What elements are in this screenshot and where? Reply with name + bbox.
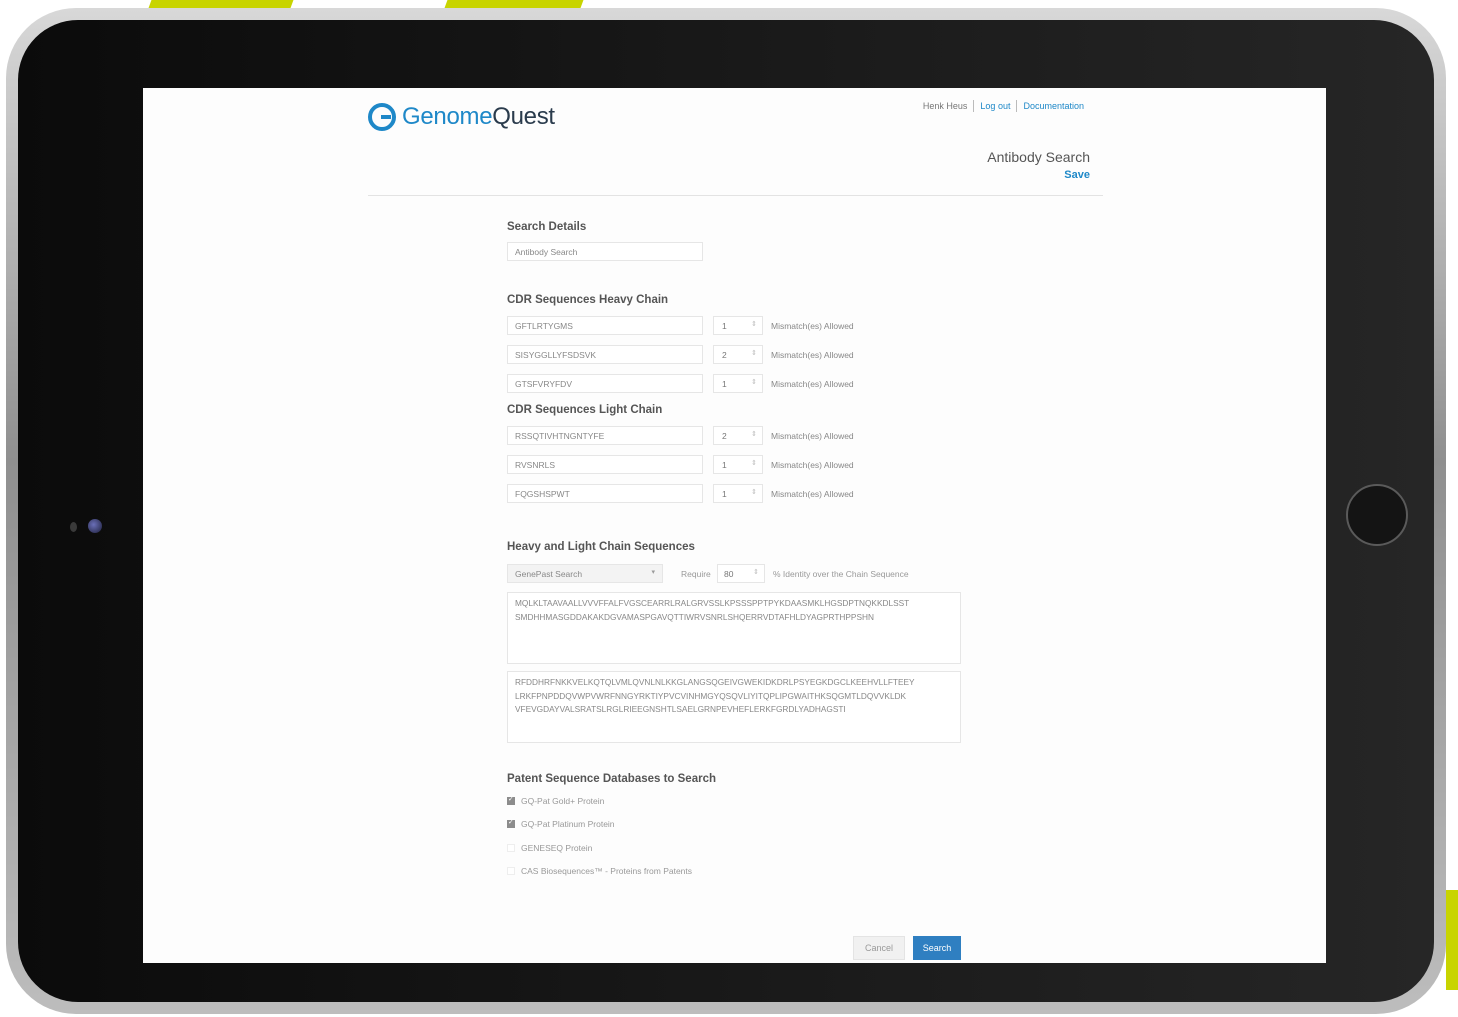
mismatch-label: Mismatch(es) Allowed: [771, 460, 854, 470]
save-link[interactable]: Save: [1064, 169, 1090, 181]
frame-accent-top-center: [444, 0, 584, 8]
logo-text-quest: Quest: [492, 103, 555, 130]
user-name[interactable]: Henk Heus: [917, 101, 974, 112]
camera-lens: [88, 519, 102, 533]
tablet-frame: GenomeQuest Henk Heus Log out Documentat…: [6, 8, 1446, 1014]
light-chain-heading: CDR Sequences Light Chain: [507, 404, 663, 416]
mismatch-label: Mismatch(es) Allowed: [771, 431, 854, 441]
sequence-line: LRKFPNPDDQVWPVWRFNNGYRKTIYPVCVINHMGYQSQV…: [515, 690, 907, 701]
light-cdr3-input[interactable]: FQGSHSPWT: [507, 484, 703, 503]
heavy-cdr2-input[interactable]: SISYGGLLYFSDSVK: [507, 345, 703, 364]
sequence-line: RFDDHRFNKKVELKQTQLVMLQVNLNLKKGLANGSQGEIV…: [515, 677, 915, 687]
light-cdr3-mismatch-stepper[interactable]: 1 ⇕: [713, 484, 763, 503]
stepper-arrows-icon[interactable]: ⇕: [751, 488, 757, 496]
tablet-bezel: GenomeQuest Henk Heus Log out Documentat…: [18, 20, 1434, 1002]
mismatch-label: Mismatch(es) Allowed: [771, 321, 854, 331]
heavy-cdr3-mismatch-stepper[interactable]: 1 ⇕: [713, 374, 763, 393]
search-details-heading: Search Details: [507, 221, 587, 233]
stepper-value: 2: [722, 350, 727, 360]
mismatch-label: Mismatch(es) Allowed: [771, 350, 854, 360]
light-cdr2-input[interactable]: RVSNRLS: [507, 455, 703, 474]
mismatch-label: Mismatch(es) Allowed: [771, 379, 854, 389]
stepper-value: 2: [722, 431, 727, 441]
logo-wordmark: GenomeQuest: [402, 103, 555, 131]
require-label: Require: [681, 569, 711, 579]
screen: GenomeQuest Henk Heus Log out Documentat…: [143, 88, 1326, 963]
light-cdr1-mismatch-stepper[interactable]: 2 ⇕: [713, 426, 763, 445]
sequence-line: VFEVGDAYVALSRATSLRGLRIEEGNSHTLSAELGRNPEV…: [515, 704, 846, 714]
documentation-link[interactable]: Documentation: [1017, 101, 1090, 112]
stepper-value: 1: [722, 489, 727, 499]
frame-accent-top-left: [148, 0, 294, 8]
logo-text-genome: Genome: [402, 103, 493, 130]
stepper-value: 80: [724, 569, 734, 579]
stepper-arrows-icon[interactable]: ⇕: [751, 459, 757, 467]
checkbox-unchecked[interactable]: [507, 867, 515, 875]
page-title: Antibody Search: [987, 149, 1090, 165]
stepper-arrows-icon[interactable]: ⇕: [751, 349, 757, 357]
db-option-label: GQ-Pat Platinum Protein: [521, 819, 615, 829]
databases-heading: Patent Sequence Databases to Search: [507, 773, 716, 785]
sequence-line: MQLKLTAAVAALLVVVFFALFVGSCEARRLRALGRVSSLK…: [515, 598, 910, 608]
stepper-value: 1: [722, 321, 727, 331]
db-option-gq-pat-platinum[interactable]: GQ-Pat Platinum Protein: [507, 818, 615, 829]
sequence-line: SMDHHMASGDDAKAKDGVAMASPGAVQTTIWRVSNRLSHQ…: [515, 611, 874, 622]
light-cdr1-input[interactable]: RSSQTIVHTNGNTYFE: [507, 426, 703, 445]
top-links: Henk Heus Log out Documentation: [917, 100, 1090, 112]
db-option-label: CAS Biosequences™ - Proteins from Patent…: [521, 866, 693, 876]
db-option-label: GQ-Pat Gold+ Protein: [521, 796, 605, 806]
logout-link[interactable]: Log out: [974, 101, 1016, 112]
home-button[interactable]: [1346, 484, 1408, 546]
heavy-cdr1-mismatch-stepper[interactable]: 1 ⇕: [713, 316, 763, 335]
stepper-arrows-icon[interactable]: ⇕: [751, 320, 757, 328]
stepper-arrows-icon[interactable]: ⇕: [753, 568, 759, 576]
db-option-geneseq[interactable]: GENESEQ Protein: [507, 843, 592, 853]
db-option-gq-pat-gold[interactable]: GQ-Pat Gold+ Protein: [507, 795, 605, 806]
checkbox-checked[interactable]: [507, 818, 515, 828]
light-chain-sequence-textarea[interactable]: RFDDHRFNKKVELKQTQLVMLQVNLNLKKGLANGSQGEIV…: [507, 671, 961, 743]
db-option-cas-biosequences[interactable]: CAS Biosequences™ - Proteins from Patent…: [507, 866, 692, 876]
genomequest-logo-icon: [368, 103, 396, 131]
stepper-value: 1: [722, 460, 727, 470]
identity-percent-stepper[interactable]: 80 ⇕: [717, 564, 765, 583]
search-method-select[interactable]: GenePast Search ▾: [507, 564, 663, 583]
identity-label: % Identity over the Chain Sequence: [773, 569, 909, 579]
mismatch-label: Mismatch(es) Allowed: [771, 489, 854, 499]
checkbox-checked[interactable]: [507, 795, 515, 805]
db-option-label: GENESEQ Protein: [521, 843, 593, 853]
header-divider: [368, 195, 1103, 196]
heavy-chain-sequence-textarea[interactable]: MQLKLTAAVAALLVVVFFALFVGSCEARRLRALGRVSSLK…: [507, 592, 961, 664]
heavy-cdr1-input[interactable]: GFTLRTYGMS: [507, 316, 703, 335]
heavy-cdr3-input[interactable]: GTSFVRYFDV: [507, 374, 703, 393]
search-name-input[interactable]: Antibody Search: [507, 242, 703, 261]
stepper-arrows-icon[interactable]: ⇕: [751, 430, 757, 438]
cancel-button[interactable]: Cancel: [853, 936, 905, 960]
logo[interactable]: GenomeQuest: [368, 103, 555, 131]
stepper-value: 1: [722, 379, 727, 389]
chevron-down-icon: ▾: [651, 569, 655, 576]
frame-accent-right: [1446, 890, 1458, 990]
select-value: GenePast Search: [515, 569, 583, 579]
heavy-cdr2-mismatch-stepper[interactable]: 2 ⇕: [713, 345, 763, 364]
stepper-arrows-icon[interactable]: ⇕: [751, 378, 757, 386]
search-button[interactable]: Search: [913, 936, 961, 960]
light-cdr2-mismatch-stepper[interactable]: 1 ⇕: [713, 455, 763, 474]
checkbox-unchecked[interactable]: [507, 844, 515, 852]
chain-sequences-heading: Heavy and Light Chain Sequences: [507, 541, 695, 553]
sensor-dot: [70, 522, 77, 532]
heavy-chain-heading: CDR Sequences Heavy Chain: [507, 294, 669, 306]
